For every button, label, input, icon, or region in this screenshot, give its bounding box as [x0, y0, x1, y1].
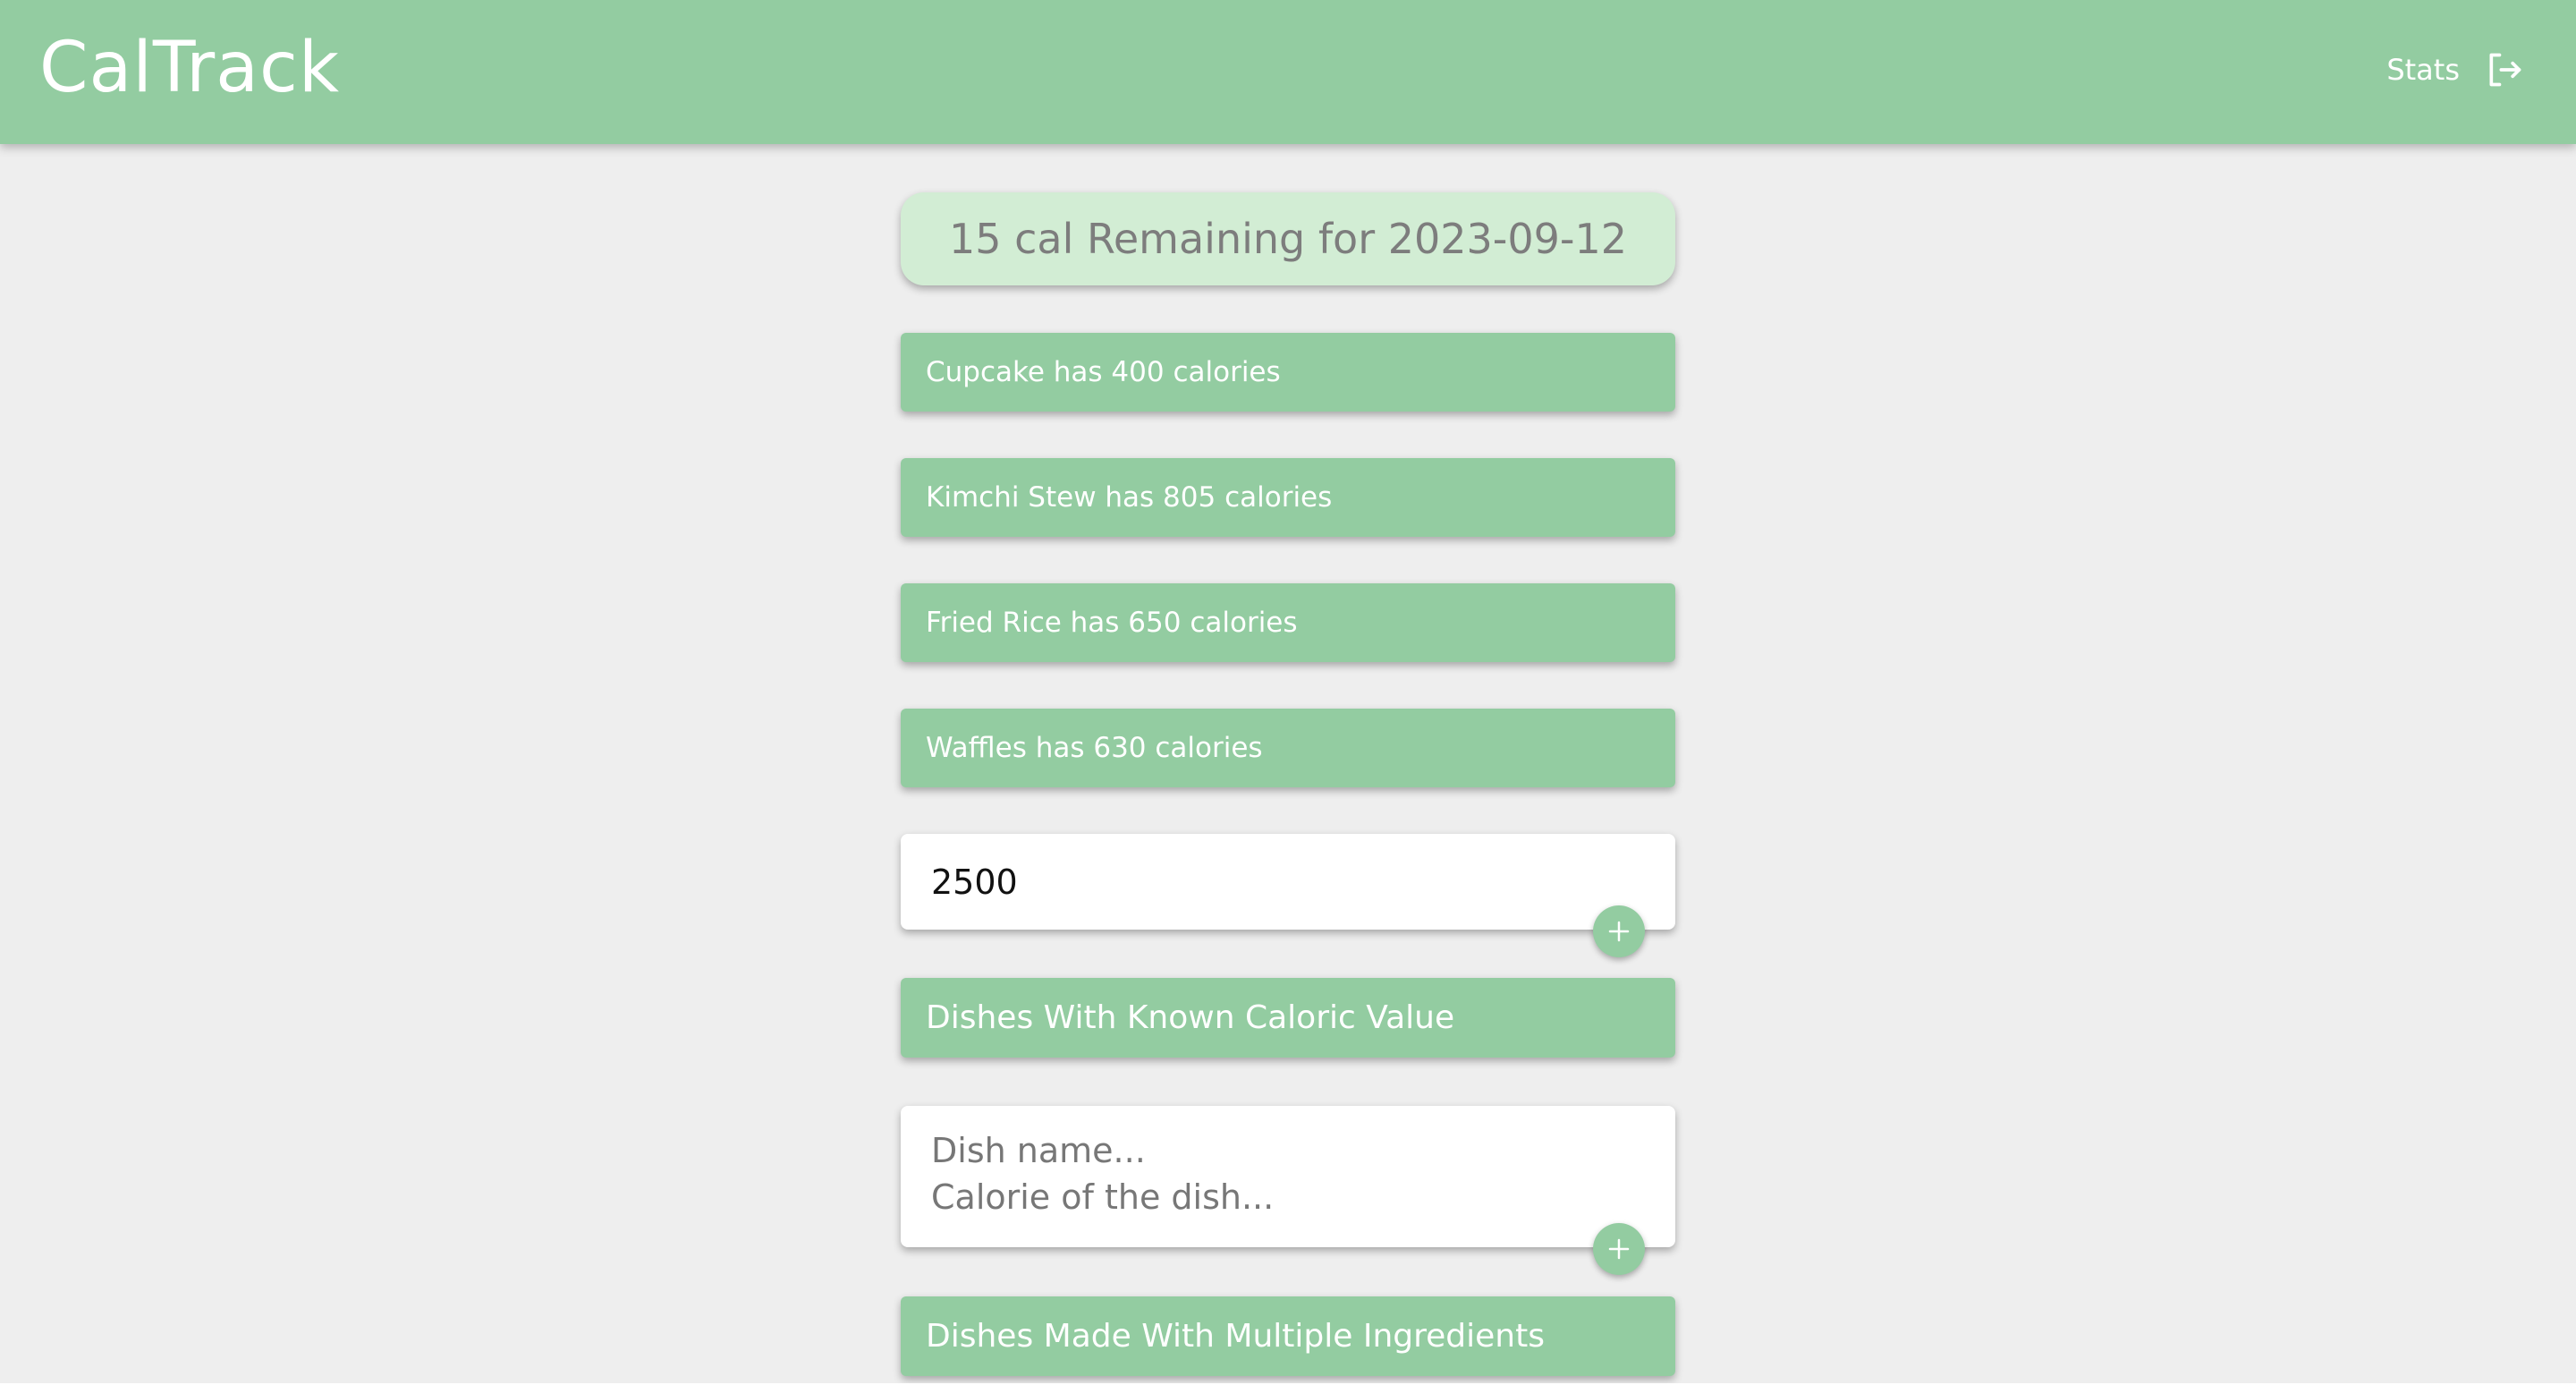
calories-remaining-card: 15 cal Remaining for 2023-09-12	[901, 192, 1675, 285]
add-dish-form	[901, 1106, 1675, 1247]
meal-item[interactable]: Waffles has 630 calories	[901, 709, 1675, 787]
meal-item-label: Kimchi Stew has 805 calories	[926, 481, 1333, 514]
app-logo[interactable]: CalTrack	[39, 25, 340, 111]
dish-name-input[interactable]	[931, 1127, 1593, 1174]
meal-item-label: Fried Rice has 650 calories	[926, 607, 1298, 639]
known-dishes-title: Dishes With Known Caloric Value	[926, 999, 1455, 1036]
multi-ingredient-title: Dishes Made With Multiple Ingredients	[926, 1318, 1545, 1355]
add-calorie-goal-button[interactable]	[1593, 905, 1645, 957]
dish-calorie-input[interactable]	[931, 1174, 1593, 1220]
add-dish-button[interactable]	[1593, 1223, 1645, 1275]
known-dishes-header[interactable]: Dishes With Known Caloric Value	[901, 978, 1675, 1058]
plus-icon	[1608, 1238, 1630, 1260]
calories-remaining-text: 15 cal Remaining for 2023-09-12	[948, 215, 1628, 263]
meal-item[interactable]: Fried Rice has 650 calories	[901, 583, 1675, 662]
plus-icon	[1608, 921, 1630, 942]
header-nav: Stats	[2386, 45, 2524, 95]
calorie-goal-input[interactable]	[931, 855, 1593, 909]
calorie-goal-box	[901, 834, 1675, 930]
meal-item-label: Cupcake has 400 calories	[926, 356, 1281, 388]
meal-item[interactable]: Cupcake has 400 calories	[901, 333, 1675, 412]
multi-ingredient-header[interactable]: Dishes Made With Multiple Ingredients	[901, 1296, 1675, 1376]
meal-item[interactable]: Kimchi Stew has 805 calories	[901, 458, 1675, 537]
logout-icon[interactable]	[2485, 50, 2524, 89]
stats-link[interactable]: Stats	[2386, 53, 2460, 87]
app-header: CalTrack Stats	[0, 0, 2576, 144]
meal-item-label: Waffles has 630 calories	[926, 732, 1263, 764]
